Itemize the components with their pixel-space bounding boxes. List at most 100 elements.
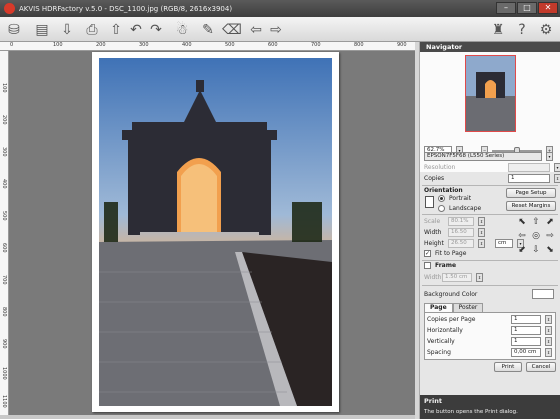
resolution-label: Resolution xyxy=(424,164,456,171)
frame-width-label: Width xyxy=(424,274,442,281)
divider xyxy=(422,260,558,261)
align-left-icon[interactable]: ⇦ xyxy=(517,231,527,241)
copies-row: Copies 1 ⇕ xyxy=(424,174,560,183)
cancel-button[interactable]: Cancel xyxy=(526,362,556,372)
printer-select[interactable]: EPSON7F5F68 (L550 Series) xyxy=(424,152,542,161)
maximize-button[interactable]: □ xyxy=(517,2,537,14)
fit-to-page-label: Fit to Page xyxy=(435,250,467,257)
align-top-left-icon[interactable]: ⬉ xyxy=(517,217,527,227)
ruler-tick: 100 xyxy=(53,42,63,48)
undo-icon[interactable]: ↶ xyxy=(126,20,146,39)
vertically-stepper[interactable]: ⇕ xyxy=(545,337,552,346)
print-button[interactable]: Print xyxy=(494,362,522,372)
printer-dropdown-icon[interactable]: ▾ xyxy=(546,152,553,161)
back-arrow-icon[interactable]: ⇦ xyxy=(246,20,266,39)
copies-per-page-label: Copies per Page xyxy=(427,316,476,323)
background-color-swatch[interactable] xyxy=(532,289,554,299)
landscape-label: Landscape xyxy=(449,205,482,212)
orientation-title: Orientation xyxy=(424,187,463,194)
ruler-tick: 800 xyxy=(1,307,7,317)
frame-width-stepper: ⇕ xyxy=(476,273,483,282)
horizontally-field[interactable]: 1 xyxy=(511,326,541,335)
redo-icon[interactable]: ↷ xyxy=(146,20,166,39)
open-icon[interactable]: ⛁ xyxy=(4,20,24,39)
ruler-tick: 300 xyxy=(1,147,7,157)
width-label: Width xyxy=(424,229,442,236)
ruler-tick: 0 xyxy=(10,42,14,48)
ghost-icon[interactable]: ☃ xyxy=(172,20,192,39)
copies-per-page-field[interactable]: 1 xyxy=(511,315,541,324)
height-label: Height xyxy=(424,240,444,247)
copies-per-page-stepper[interactable]: ⇕ xyxy=(545,315,552,324)
landscape-radio[interactable] xyxy=(438,205,445,212)
export-icon[interactable]: ⇩ xyxy=(57,20,77,39)
horizontally-stepper[interactable]: ⇕ xyxy=(545,326,552,335)
spacing-stepper[interactable]: ⇕ xyxy=(545,348,552,357)
height-stepper: ⇕ xyxy=(478,239,485,248)
align-bottom-left-icon[interactable]: ⬋ xyxy=(517,245,527,255)
print-preview-canvas[interactable] xyxy=(9,51,415,415)
frame-title: Frame xyxy=(435,262,457,269)
navigator-thumbnail[interactable] xyxy=(465,55,516,132)
photo-preview[interactable] xyxy=(92,52,339,412)
ruler-tick: 200 xyxy=(1,115,7,125)
tab-poster[interactable]: Poster xyxy=(452,303,484,312)
fit-to-page-row: ✓ Fit to Page xyxy=(424,250,466,257)
toolbar: ⛁ ▤ ⇩ ⎙ ⇧ ↶ ↷ ☃ ✎ ⌫ ⇦ ⇨ ♜ ? ⚙ xyxy=(0,17,560,42)
help-panel: Print The button opens the Print dialog. xyxy=(420,395,560,419)
print-icon[interactable]: ⎙ xyxy=(82,20,102,39)
settings-icon[interactable]: ⚙ xyxy=(536,20,556,39)
ruler-tick: 700 xyxy=(1,275,7,285)
printer-row: EPSON7F5F68 (L550 Series) ▾ xyxy=(424,152,553,161)
spacing-field[interactable]: 0,00 cm xyxy=(511,348,541,357)
width-field: 16.50 xyxy=(448,228,474,237)
align-top-icon[interactable]: ⇧ xyxy=(531,217,541,227)
window-controls: – □ ✕ xyxy=(496,2,558,14)
brush-icon[interactable]: ✎ xyxy=(198,20,218,39)
resolution-row: Resolution ▾ xyxy=(424,163,560,172)
help-icon[interactable]: ? xyxy=(512,20,532,39)
ruler-tick: 900 xyxy=(397,42,407,48)
align-bottom-icon[interactable]: ⇩ xyxy=(531,245,541,255)
close-button[interactable]: ✕ xyxy=(538,2,558,14)
align-center-icon[interactable]: ◎ xyxy=(531,231,541,241)
upload-icon[interactable]: ⇧ xyxy=(106,20,126,39)
scale-field: 80.1% xyxy=(448,217,474,226)
help-title: Print xyxy=(424,397,442,405)
scale-label: Scale xyxy=(424,218,441,225)
minimize-button[interactable]: – xyxy=(496,2,516,14)
ruler-tick: 1000 xyxy=(1,367,7,380)
page-setup-button[interactable]: Page Setup xyxy=(506,188,556,198)
ruler-tick: 500 xyxy=(225,42,235,48)
frame-row: Frame xyxy=(424,262,456,269)
align-right-icon[interactable]: ⇨ xyxy=(545,231,555,241)
align-bottom-right-icon[interactable]: ⬊ xyxy=(545,245,555,255)
copies-field[interactable]: 1 xyxy=(508,174,550,183)
divider xyxy=(422,185,558,186)
status-bar xyxy=(0,415,415,419)
title-bar: AKVIS HDRFactory v.5.0 - DSC_1100.jpg (R… xyxy=(0,0,560,17)
copies-label: Copies xyxy=(424,175,445,182)
tab-page[interactable]: Page xyxy=(424,303,453,312)
about-icon[interactable]: ♜ xyxy=(488,20,508,39)
ruler-tick: 400 xyxy=(182,42,192,48)
landscape-row: Landscape xyxy=(438,205,481,212)
save-icon[interactable]: ▤ xyxy=(32,20,52,39)
divider xyxy=(422,285,558,286)
portrait-radio[interactable] xyxy=(438,195,445,202)
copies-stepper[interactable]: ⇕ xyxy=(554,174,560,183)
fit-to-page-checkbox[interactable]: ✓ xyxy=(424,250,431,257)
vertically-label: Vertically xyxy=(427,338,455,345)
frame-checkbox[interactable] xyxy=(424,262,431,269)
align-top-right-icon[interactable]: ⬈ xyxy=(545,217,555,227)
height-field: 26.50 xyxy=(448,239,474,248)
forward-arrow-icon[interactable]: ⇨ xyxy=(266,20,286,39)
vertically-field[interactable]: 1 xyxy=(511,337,541,346)
background-color-label: Background Color xyxy=(424,290,478,298)
ruler-tick: 700 xyxy=(311,42,321,48)
eraser-icon[interactable]: ⌫ xyxy=(222,20,242,39)
app-logo-icon xyxy=(4,3,15,14)
portrait-label: Portrait xyxy=(449,195,472,202)
reset-margins-button[interactable]: Reset Margins xyxy=(506,201,556,211)
unit-select[interactable]: cm xyxy=(495,239,513,248)
